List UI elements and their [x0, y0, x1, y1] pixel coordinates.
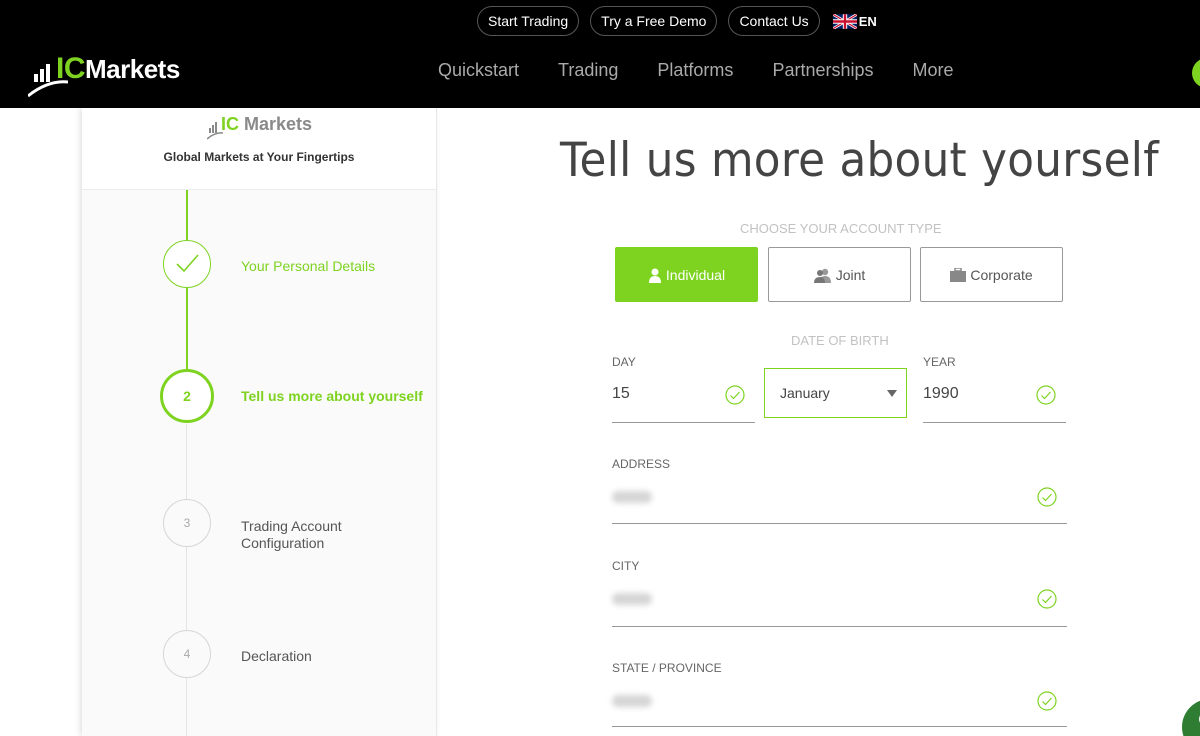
year-label: YEAR [923, 355, 956, 369]
account-type-joint-label: Joint [835, 266, 866, 283]
address-input-blurred[interactable] [612, 491, 652, 503]
live-chat-button[interactable] [1182, 699, 1200, 736]
state-province-input-blurred[interactable] [612, 695, 652, 707]
address-label: ADDRESS [612, 457, 671, 471]
step-1-label[interactable]: Your Personal Details [241, 258, 431, 275]
city-label: CITY [612, 559, 640, 573]
day-input[interactable]: 15 [612, 385, 630, 403]
step-2-label: Tell us more about yourself [241, 388, 423, 404]
main-nav: Quickstart Trading Platforms Partnership… [438, 60, 954, 81]
year-underline [923, 422, 1066, 423]
day-label: DAY [612, 355, 636, 369]
account-type-heading: CHOOSE YOUR ACCOUNT TYPE [740, 221, 942, 236]
city-underline [612, 626, 1067, 627]
uk-flag-icon [832, 13, 857, 29]
check-icon [176, 254, 199, 273]
briefcase-icon [950, 267, 967, 282]
date-of-birth-heading: DATE OF BIRTH [791, 333, 889, 348]
day-underline [612, 422, 755, 423]
account-type-joint-button[interactable]: Joint [768, 247, 911, 302]
language-code: EN [858, 13, 877, 29]
nav-platforms[interactable]: Platforms [657, 60, 733, 81]
progress-sidebar: IC Markets Global Markets at Your Finger… [82, 108, 437, 736]
nav-quickstart[interactable]: Quickstart [438, 60, 519, 81]
ic-markets-logo[interactable]: ICMarkets [28, 52, 198, 98]
nav-trading[interactable]: Trading [558, 60, 618, 81]
state-province-valid-check-icon [1037, 691, 1057, 711]
month-value: January [780, 385, 830, 401]
logo-wordmark: ICMarkets [56, 52, 180, 85]
step-3-label: Trading Account Configuration [241, 518, 342, 551]
nav-partnerships[interactable]: Partnerships [772, 60, 873, 81]
step-3-circle: 3 [163, 499, 211, 547]
header-action-button[interactable] [1192, 58, 1200, 88]
year-valid-check-icon [1036, 385, 1056, 405]
chevron-down-icon [887, 390, 897, 397]
sidebar-tagline: Global Markets at Your Fingertips [163, 150, 355, 164]
step-2-circle: 2 [160, 369, 214, 423]
nav-more[interactable]: More [913, 60, 954, 81]
sidebar-logo-wordmark: IC Markets [221, 114, 313, 134]
contact-us-link[interactable]: Contact Us [728, 6, 820, 36]
people-icon [813, 268, 831, 283]
step-connector-pending [186, 424, 187, 736]
year-input[interactable]: 1990 [923, 385, 959, 403]
start-trading-link[interactable]: Start Trading [477, 6, 580, 36]
top-links: Start Trading Try a Free Demo Contact Us… [477, 6, 877, 36]
language-selector[interactable]: EN [832, 13, 877, 29]
person-icon [648, 268, 661, 283]
page-title: Tell us more about yourself [560, 133, 1159, 188]
step-4-label: Declaration [241, 648, 312, 664]
account-type-corporate-button[interactable]: Corporate [920, 247, 1063, 302]
state-province-label: STATE / PROVINCE [612, 661, 722, 675]
address-valid-check-icon [1037, 487, 1057, 507]
city-valid-check-icon [1037, 589, 1057, 609]
month-select[interactable]: January [764, 368, 907, 418]
free-demo-link[interactable]: Try a Free Demo [590, 6, 718, 36]
sidebar-logo: IC Markets [207, 114, 317, 142]
step-1-circle [163, 240, 211, 288]
site-header: Start Trading Try a Free Demo Contact Us… [0, 0, 1200, 108]
city-input-blurred[interactable] [612, 593, 652, 605]
step-4-circle: 4 [163, 630, 211, 678]
sidebar-header: IC Markets Global Markets at Your Finger… [82, 108, 436, 190]
account-type-individual-label: Individual [665, 266, 726, 283]
day-valid-check-icon [725, 385, 745, 405]
account-type-corporate-label: Corporate [970, 266, 1033, 283]
state-province-underline [612, 726, 1067, 727]
address-underline [612, 523, 1067, 524]
account-type-individual-button[interactable]: Individual [615, 247, 758, 302]
